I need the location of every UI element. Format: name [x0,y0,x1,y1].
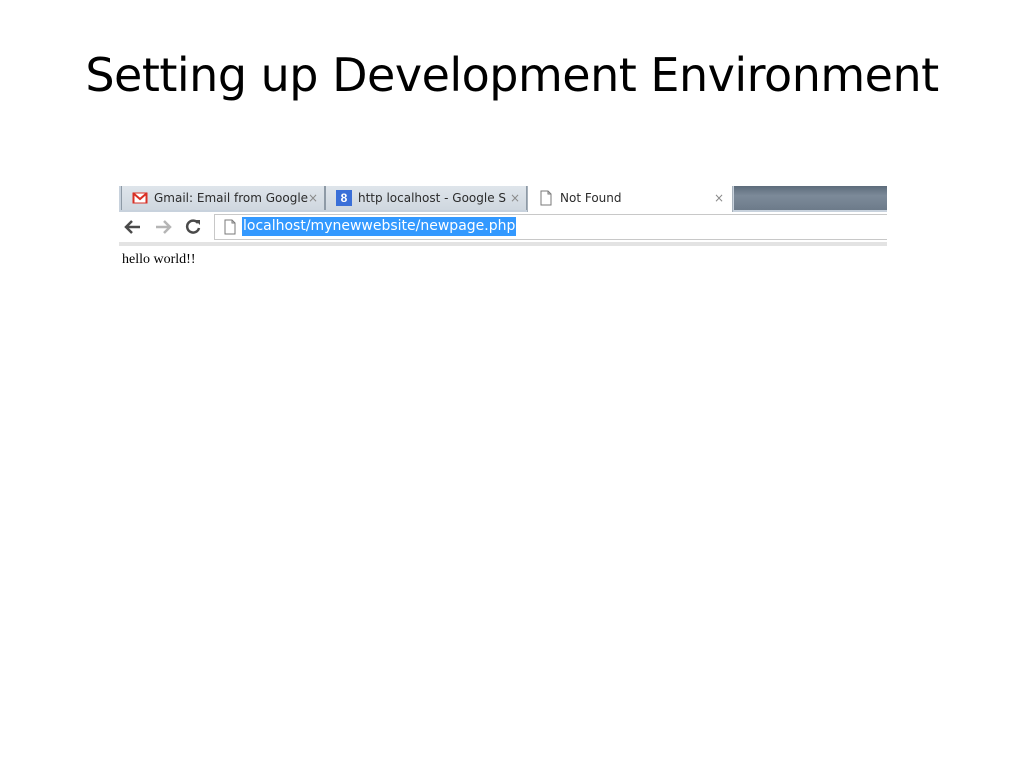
back-arrow-icon[interactable] [123,217,143,237]
tab-not-found-label: Not Found [560,191,622,205]
tab-strip: Gmail: Email from Google × 8 http localh… [119,186,887,212]
page-content: hello world!! [122,252,196,267]
google-search-icon: 8 [336,190,352,206]
gmail-icon [132,190,148,206]
close-icon[interactable]: × [308,189,318,207]
page-icon [223,219,237,235]
browser-window: Gmail: Email from Google × 8 http localh… [119,186,887,276]
reload-icon[interactable] [183,217,203,237]
close-icon[interactable]: × [714,189,724,207]
tab-google-search[interactable]: 8 http localhost - Google Sea × [325,186,527,210]
address-bar[interactable]: localhost/mynewwebsite/newpage.php [214,214,887,240]
forward-arrow-icon[interactable] [153,217,173,237]
url-text[interactable]: localhost/mynewwebsite/newpage.php [242,217,517,236]
close-icon[interactable]: × [510,189,520,207]
page-icon [538,190,554,206]
tab-gmail[interactable]: Gmail: Email from Google × [121,186,325,210]
browser-toolbar: localhost/mynewwebsite/newpage.php [119,212,887,246]
tab-not-found[interactable]: Not Found × [527,186,733,212]
tab-google-search-label: http localhost - Google Sea [358,191,506,205]
tab-gmail-label: Gmail: Email from Google [154,191,309,205]
slide-title: Setting up Development Environment [85,48,939,102]
google-search-icon-badge: 8 [336,190,352,206]
window-frame [734,186,887,210]
